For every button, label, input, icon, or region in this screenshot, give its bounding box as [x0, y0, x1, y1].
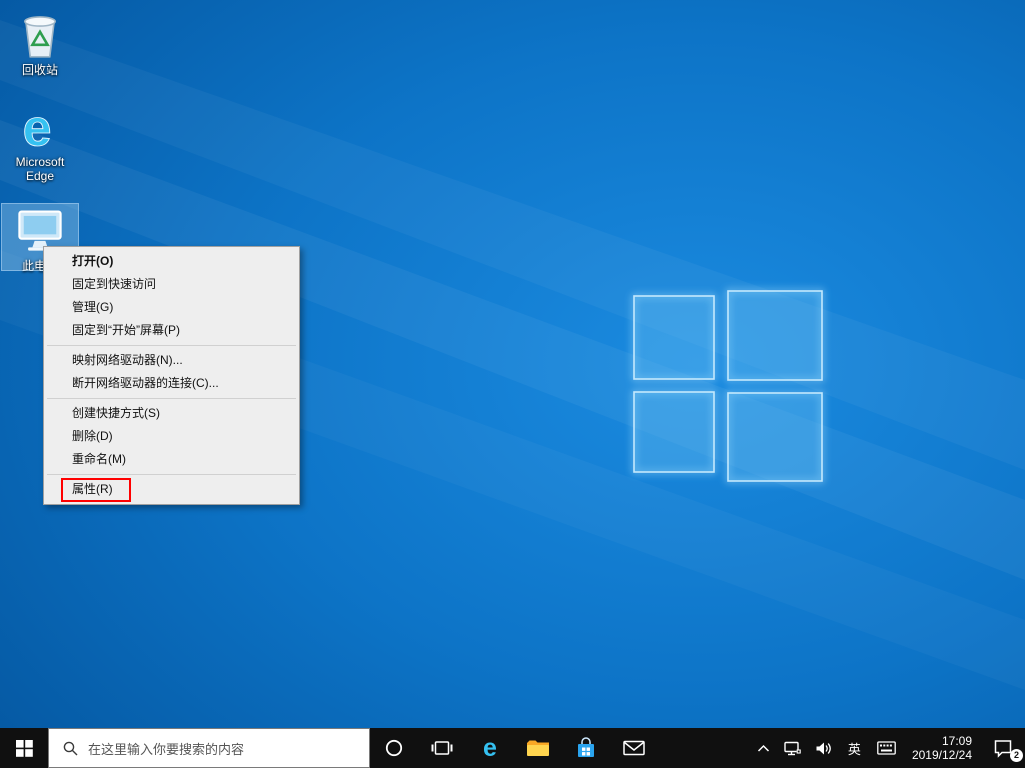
task-view-button[interactable] — [418, 728, 466, 768]
desktop-icon-recycle-bin[interactable]: 回收站 — [2, 8, 78, 77]
menu-item-pin-to-start[interactable]: 固定到“开始”屏幕(P) — [44, 319, 299, 342]
volume-icon — [816, 742, 831, 754]
menu-item-pin-quick-access[interactable]: 固定到快速访问 — [44, 273, 299, 296]
menu-item-open[interactable]: 打开(O) — [44, 250, 299, 273]
menu-item-create-shortcut[interactable]: 创建快捷方式(S) — [44, 402, 299, 425]
microsoft-store-icon — [578, 737, 594, 757]
clock[interactable]: 17:09 2019/12/24 — [903, 728, 981, 768]
windows-start-icon — [15, 739, 33, 757]
mail-icon — [623, 740, 645, 756]
menu-item-properties[interactable]: 属性(R) — [44, 478, 299, 502]
menu-separator — [47, 398, 296, 399]
menu-separator — [47, 474, 296, 475]
search-placeholder: 在这里输入你要搜索的内容 — [88, 741, 245, 757]
taskbar-search-input[interactable]: 在这里输入你要搜索的内容 — [48, 728, 370, 768]
desktop-icon-label: 回收站 — [21, 63, 58, 77]
edge-icon: e — [483, 733, 497, 762]
search-icon — [63, 741, 78, 756]
recycle-bin-icon — [14, 8, 66, 60]
cortana-button[interactable] — [370, 728, 418, 768]
microsoft-store-button[interactable] — [562, 728, 610, 768]
tray-chevron-up-button[interactable] — [750, 728, 777, 768]
taskbar: 在这里输入你要搜索的内容 e 英 17:09 2019/12/24 2 — [0, 728, 1025, 768]
desktop-icon-label: Microsoft Edge — [15, 155, 65, 183]
svg-text:e: e — [23, 100, 52, 152]
mail-button[interactable] — [610, 728, 658, 768]
file-explorer-icon — [527, 740, 549, 756]
chevron-up-icon — [757, 744, 769, 752]
touch-keyboard-button[interactable] — [870, 728, 903, 768]
cortana-icon — [385, 739, 403, 757]
properties-highlight-box: 属性(R) — [61, 478, 131, 502]
start-button[interactable] — [0, 728, 48, 768]
action-center-button[interactable]: 2 — [981, 728, 1025, 768]
file-explorer-button[interactable] — [514, 728, 562, 768]
menu-item-disconnect-network-drive[interactable]: 断开网络驱动器的连接(C)... — [44, 372, 299, 395]
clock-date: 2019/12/24 — [911, 748, 972, 762]
system-tray: 英 17:09 2019/12/24 2 — [750, 728, 1025, 768]
context-menu: 打开(O) 固定到快速访问 管理(G) 固定到“开始”屏幕(P) 映射网络驱动器… — [43, 246, 300, 505]
volume-button[interactable] — [808, 728, 839, 768]
clock-time: 17:09 — [941, 734, 972, 748]
menu-item-delete[interactable]: 删除(D) — [44, 425, 299, 448]
touch-keyboard-icon — [877, 741, 896, 755]
network-button[interactable] — [777, 728, 808, 768]
desktop: 回收站 e Microsoft Edge 此电脑 打开(O) 固定到快速访问 管… — [0, 0, 1025, 768]
ime-indicator[interactable]: 英 — [839, 728, 870, 768]
network-icon — [784, 741, 801, 755]
notification-badge: 2 — [1010, 749, 1023, 762]
menu-item-rename[interactable]: 重命名(M) — [44, 448, 299, 471]
edge-taskbar-button[interactable]: e — [466, 728, 514, 768]
task-view-icon — [431, 741, 453, 755]
desktop-icon-microsoft-edge[interactable]: e Microsoft Edge — [2, 99, 78, 183]
menu-item-manage[interactable]: 管理(G) — [44, 296, 299, 319]
menu-separator — [47, 345, 296, 346]
menu-item-map-network-drive[interactable]: 映射网络驱动器(N)... — [44, 349, 299, 372]
edge-icon: e — [14, 99, 66, 158]
